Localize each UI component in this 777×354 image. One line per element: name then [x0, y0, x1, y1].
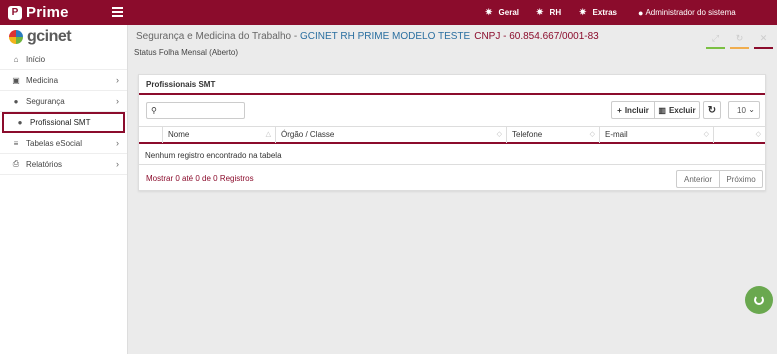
user-name: Administrador do sistema	[645, 8, 736, 17]
nav-extras[interactable]: ✷ Extras	[579, 0, 617, 25]
page-title-prefix: Segurança e Medicina do Trabalho -	[136, 31, 300, 42]
sidebar-item-label: Início	[26, 54, 46, 64]
refresh-icon: ↻	[707, 104, 717, 116]
excluir-button[interactable]: ▥ Excluir	[654, 101, 700, 119]
nav-rh-label: RH	[549, 8, 562, 17]
column-header-email[interactable]: E-mail ◇	[600, 127, 714, 143]
prime-logo-icon: P	[8, 5, 22, 20]
table-header: Nome △ Órgão / Classe ◇ Telefone ◇ E-mai…	[139, 126, 765, 144]
sidebar-item-label: Segurança	[26, 96, 65, 106]
sort-icon: ◇	[589, 131, 595, 138]
top-navbar: P Prime ✷ Geral ✷ RH ✷ Extras ● Administ…	[0, 0, 777, 25]
page-size-select[interactable]: 10 ⌄	[728, 101, 760, 119]
trash-icon: ▥	[658, 105, 666, 115]
sidebar-item-medicina[interactable]: ▣ Medicina ›	[0, 70, 127, 91]
gcinet-logo[interactable]: gcinet	[0, 25, 127, 49]
sidebar-item-inicio[interactable]: ⌂ Início	[0, 49, 127, 70]
reload-button[interactable]: ↻	[703, 101, 721, 119]
excluir-label: Excluir	[668, 105, 696, 115]
gcinet-logo-text: gcinet	[27, 28, 72, 45]
panel-title: Profissionais SMT	[139, 75, 765, 95]
incluir-button[interactable]: + Incluir	[611, 101, 655, 119]
panel-footer: Mostrar 0 até 0 de 0 Registros Anterior …	[139, 164, 765, 191]
page-title: Segurança e Medicina do Trabalho - GCINE…	[136, 31, 599, 42]
user-icon: ●	[17, 118, 23, 127]
profissionais-panel: Profissionais SMT ⚲ + Incluir ▥ Excluir …	[138, 74, 766, 191]
nav-geral[interactable]: ✷ Geral	[485, 0, 519, 25]
column-header-label: E-mail	[605, 130, 628, 139]
gear-icon: ✷	[536, 7, 544, 17]
sidebar-item-label: Relatórios	[26, 159, 63, 169]
actions-column-header: ◇	[714, 127, 765, 143]
empty-table-message: Nenhum registro encontrado na tabela	[145, 151, 282, 160]
menu-toggle-icon[interactable]	[112, 6, 123, 18]
sidebar-item-label: Tabelas eSocial	[26, 138, 83, 148]
sidebar-item-profissional-smt[interactable]: ● Profissional SMT	[2, 112, 125, 133]
refresh-icon[interactable]: ↻	[730, 33, 749, 49]
chevron-down-icon: ⌄	[748, 105, 755, 114]
expand-icon[interactable]: ⤢	[706, 33, 725, 49]
user-icon: ●	[638, 7, 644, 18]
column-header-orgao-classe[interactable]: Órgão / Classe ◇	[276, 127, 507, 143]
plus-icon: +	[617, 105, 622, 115]
sidebar-item-label: Medicina	[26, 75, 59, 85]
company-name: GCINET RH PRIME MODELO TESTE	[300, 31, 471, 42]
home-icon: ⌂	[13, 54, 19, 64]
gcinet-logo-icon	[9, 30, 23, 44]
records-info: Mostrar 0 até 0 de 0 Registros	[146, 174, 254, 183]
panel-controls: ⤢ ↻ ✕	[706, 33, 773, 49]
nav-rh[interactable]: ✷ RH	[536, 0, 561, 25]
column-header-nome[interactable]: Nome △	[163, 127, 276, 143]
select-column-header[interactable]	[139, 127, 163, 143]
gear-icon: ✷	[485, 7, 493, 17]
user-menu[interactable]: ● Administrador do sistema	[638, 0, 736, 25]
incluir-label: Incluir	[624, 105, 649, 115]
chat-icon	[754, 295, 764, 305]
list-icon: ≡	[13, 138, 19, 148]
chevron-right-icon: ›	[116, 96, 119, 106]
user-icon: ●	[13, 96, 19, 106]
company-cnpj: CNPJ - 60.854.667/0001-83	[474, 31, 599, 42]
sidebar-item-relatorios[interactable]: ⎙ Relatórios ›	[0, 154, 127, 175]
nav-extras-label: Extras	[592, 8, 618, 17]
column-header-label: Telefone	[512, 130, 543, 139]
page-size-value: 10	[737, 105, 746, 115]
chat-button[interactable]	[745, 286, 773, 314]
medkit-icon: ▣	[12, 75, 20, 85]
brand-name: Prime	[26, 4, 69, 21]
sort-icon: ◇	[755, 131, 761, 138]
chevron-right-icon: ›	[116, 159, 119, 169]
sidebar-item-tabelas-esocial[interactable]: ≡ Tabelas eSocial ›	[0, 133, 127, 154]
column-header-telefone[interactable]: Telefone ◇	[507, 127, 600, 143]
chevron-right-icon: ›	[116, 138, 119, 148]
sidebar-item-seguranca[interactable]: ● Segurança ›	[0, 91, 127, 112]
sort-icon: ◇	[703, 131, 709, 138]
column-header-label: Nome	[168, 130, 190, 139]
payroll-status: Status Folha Mensal (Aberto)	[134, 48, 239, 57]
sort-asc-icon: △	[265, 131, 271, 138]
column-header-label: Órgão / Classe	[281, 130, 335, 139]
print-icon: ⎙	[12, 159, 20, 168]
search-input[interactable]	[163, 105, 243, 117]
nav-geral-label: Geral	[498, 8, 520, 17]
sidebar-item-label: Profissional SMT	[30, 118, 91, 127]
next-page-button[interactable]: Próximo	[719, 170, 763, 188]
previous-page-button[interactable]: Anterior	[676, 170, 720, 188]
search-field[interactable]: ⚲	[146, 102, 245, 119]
gears-icon: ✷	[579, 7, 587, 17]
search-icon: ⚲	[151, 106, 157, 115]
sort-icon: ◇	[496, 131, 502, 138]
brand[interactable]: P Prime	[8, 3, 69, 22]
close-icon[interactable]: ✕	[754, 33, 773, 49]
chevron-right-icon: ›	[116, 75, 119, 85]
sidebar: gcinet ⌂ Início ▣ Medicina › ● Segurança…	[0, 25, 128, 354]
